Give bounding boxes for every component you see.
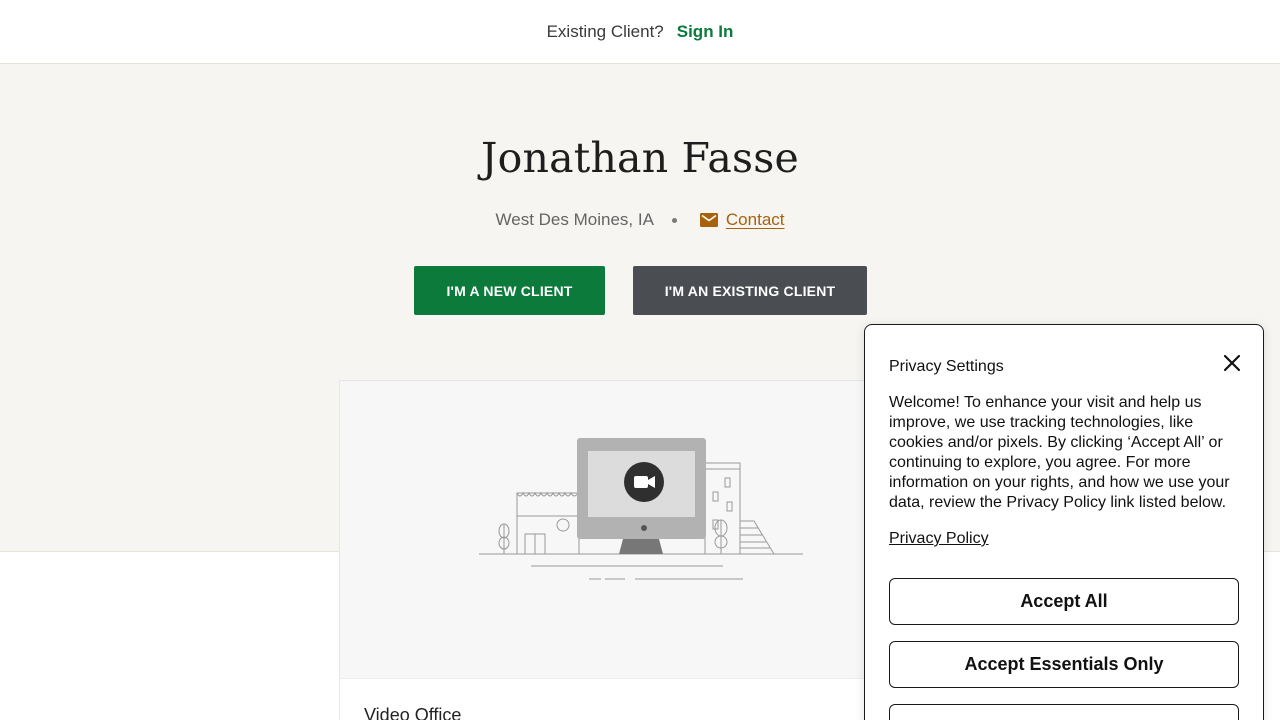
dialog-title: Privacy Settings [889, 358, 1004, 375]
privacy-policy-link[interactable]: Privacy Policy [889, 530, 989, 548]
existing-client-button[interactable]: I'M AN EXISTING CLIENT [633, 266, 867, 315]
office-image [340, 381, 938, 679]
top-bar: Existing Client? Sign In [0, 0, 1280, 64]
video-camera-icon [624, 462, 664, 502]
video-office-card[interactable]: Video Office [339, 380, 939, 720]
accept-all-button[interactable]: Accept All [889, 578, 1239, 625]
existing-client-question: Existing Client? [546, 21, 664, 41]
sign-in-link[interactable]: Sign In [677, 22, 734, 42]
mail-icon [699, 213, 718, 227]
video-office-illustration [479, 438, 803, 580]
contact-label: Contact [725, 210, 785, 229]
dialog-third-button[interactable] [889, 704, 1239, 720]
location-text: West Des Moines, IA [495, 210, 654, 229]
contact-link[interactable]: Contact [699, 210, 785, 230]
page-title: Jonathan Fasse [481, 134, 799, 182]
privacy-settings-dialog: Privacy Settings Welcome! To enhance you… [864, 324, 1264, 720]
accept-essentials-button[interactable]: Accept Essentials Only [889, 641, 1239, 688]
close-icon[interactable] [1221, 352, 1243, 374]
dialog-body: Welcome! To enhance your visit and help … [889, 394, 1230, 511]
new-client-button[interactable]: I'M A NEW CLIENT [414, 266, 605, 315]
office-title: Video Office [364, 705, 462, 720]
separator-dot [671, 217, 677, 223]
profile-meta: West Des Moines, IA Contact [0, 210, 1280, 230]
